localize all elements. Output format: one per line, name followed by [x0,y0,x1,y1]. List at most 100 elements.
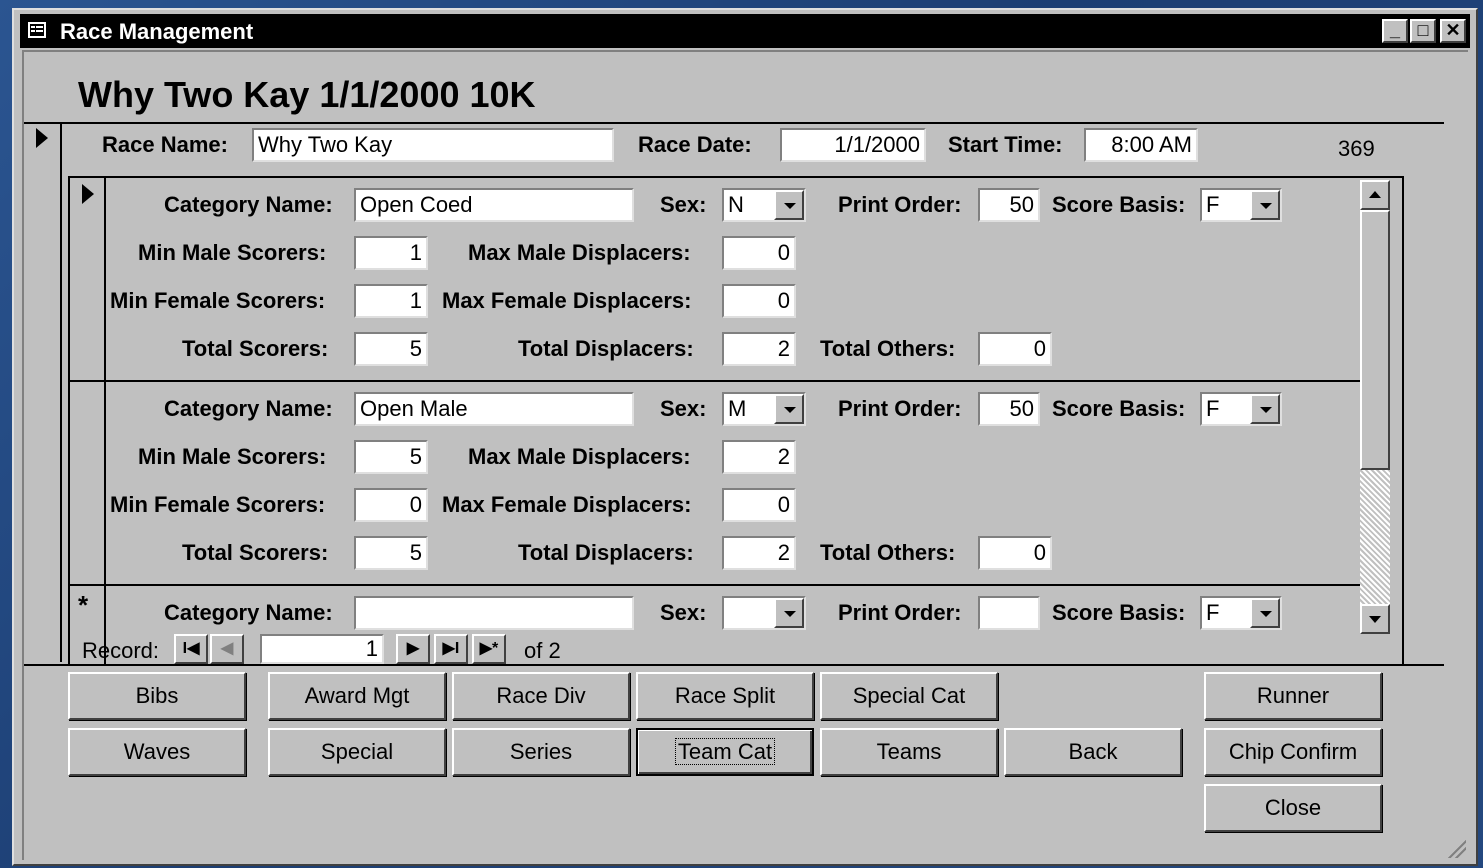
print-order-field[interactable]: 50 [978,188,1040,222]
special-button[interactable]: Special [268,728,446,776]
race-div-button[interactable]: Race Div [452,672,630,720]
print-order-field[interactable]: 50 [978,392,1040,426]
record-number-field[interactable]: 1 [260,634,384,664]
sex-select[interactable]: M [722,392,806,426]
form-icon [28,22,46,38]
race-name-field[interactable]: Why Two Kay [252,128,614,162]
min-female-scorers-label: Min Female Scorers: [110,288,326,313]
award-mgt-button[interactable]: Award Mgt [268,672,446,720]
max-female-displacers-field[interactable]: 0 [722,284,796,318]
print-order-field[interactable] [978,596,1040,630]
max-female-displacers-field[interactable]: 0 [722,488,796,522]
min-male-scorers-field[interactable]: 5 [354,440,428,474]
current-record-selector-icon[interactable] [36,128,48,148]
scroll-up-button[interactable] [1360,180,1390,210]
team-cat-button[interactable]: Team Cat [636,728,814,776]
row-selector-1[interactable] [70,178,106,382]
min-female-scorers-field[interactable]: 1 [354,284,428,318]
min-male-scorers-label: Min Male Scorers: [138,240,327,265]
chevron-down-icon[interactable] [774,190,804,220]
category-name-field[interactable] [354,596,634,630]
chip-confirm-button[interactable]: Chip Confirm [1204,728,1382,776]
special-cat-button[interactable]: Special Cat [820,672,998,720]
race-split-label: Race Split [674,683,776,708]
record-label: Record: [82,638,160,663]
row-selector-2[interactable] [70,382,106,586]
close-button[interactable]: Close [1204,784,1382,832]
start-time-field[interactable]: 8:00 AM [1084,128,1198,162]
max-female-displacers-label: Max Female Displacers: [442,288,692,313]
score-basis-select[interactable]: F [1200,596,1282,630]
series-button[interactable]: Series [452,728,630,776]
min-female-scorers-label: Min Female Scorers: [110,492,326,517]
teams-button[interactable]: Teams [820,728,998,776]
start-time-label: Start Time: [948,132,1063,157]
category-name-field[interactable]: Open Male [354,392,634,426]
categories-subform: Category Name: Open Coed Sex: N Print Or… [68,176,1404,666]
max-male-displacers-label: Max Male Displacers: [468,444,691,469]
last-record-button[interactable]: ▶I [434,634,468,664]
back-button[interactable]: Back [1004,728,1182,776]
maximize-button[interactable]: □ [1410,19,1436,43]
footer-divider [24,664,1444,666]
sex-select[interactable]: N [722,188,806,222]
min-male-scorers-label: Min Male Scorers: [138,444,327,469]
score-basis-select[interactable]: F [1200,188,1282,222]
minimize-icon: _ [1389,20,1400,40]
total-others-field[interactable]: 0 [978,332,1052,366]
score-basis-label: Score Basis: [1052,396,1186,421]
race-split-button[interactable]: Race Split [636,672,814,720]
bibs-button[interactable]: Bibs [68,672,246,720]
race-name-label: Race Name: [102,132,228,157]
award-mgt-label: Award Mgt [304,683,410,708]
scroll-track[interactable] [1360,470,1390,604]
total-scorers-field[interactable]: 5 [354,332,428,366]
scroll-down-button[interactable] [1360,604,1390,634]
special-label: Special [320,739,394,764]
previous-record-button[interactable]: ◀ [210,634,244,664]
first-record-button[interactable]: I◀ [174,634,208,664]
record-selector-divider [60,122,62,662]
total-others-field[interactable]: 0 [978,536,1052,570]
chevron-down-icon[interactable] [774,598,804,628]
max-male-displacers-field[interactable]: 2 [722,440,796,474]
score-basis-value: F [1206,600,1220,625]
close-window-button[interactable]: ✕ [1440,19,1466,43]
resize-grip-icon[interactable] [1446,838,1466,858]
chevron-down-icon[interactable] [774,394,804,424]
race-date-field[interactable]: 1/1/2000 [780,128,926,162]
record-navigation: Record: I◀ ◀ 1 ▶ ▶I ▶* of 2 [82,634,1372,668]
runner-label: Runner [1256,683,1330,708]
waves-button[interactable]: Waves [68,728,246,776]
close-label: Close [1264,795,1322,820]
new-record-button[interactable]: ▶* [472,634,506,664]
current-row-selector-icon [82,184,94,204]
max-male-displacers-field[interactable]: 0 [722,236,796,270]
race-form: Why Two Kay 1/1/2000 10K Race Name: Why … [22,50,1468,860]
score-basis-select[interactable]: F [1200,392,1282,426]
sex-select[interactable] [722,596,806,630]
sex-label: Sex: [660,396,707,421]
total-scorers-field[interactable]: 5 [354,536,428,570]
record-id: 369 [1338,136,1375,161]
total-displacers-field[interactable]: 2 [722,536,796,570]
min-female-scorers-field[interactable]: 0 [354,488,428,522]
chevron-down-icon[interactable] [1250,190,1280,220]
scroll-thumb[interactable] [1360,210,1390,470]
category-name-field[interactable]: Open Coed [354,188,634,222]
score-basis-value: F [1206,192,1220,217]
arrow-down-icon [1369,616,1381,623]
title-bar[interactable]: Race Management _ □ ✕ [20,14,1470,48]
chevron-down-icon[interactable] [1250,598,1280,628]
race-management-window: Race Management _ □ ✕ Why Two Kay 1/1/20… [12,8,1478,866]
minimize-button[interactable]: _ [1382,19,1408,43]
runner-button[interactable]: Runner [1204,672,1382,720]
total-displacers-field[interactable]: 2 [722,332,796,366]
print-order-label: Print Order: [838,396,962,421]
waves-label: Waves [123,739,191,764]
subform-scrollbar[interactable] [1360,180,1390,634]
chevron-down-icon[interactable] [1250,394,1280,424]
min-male-scorers-field[interactable]: 1 [354,236,428,270]
next-record-button[interactable]: ▶ [396,634,430,664]
previous-record-icon: ◀ [220,640,234,657]
